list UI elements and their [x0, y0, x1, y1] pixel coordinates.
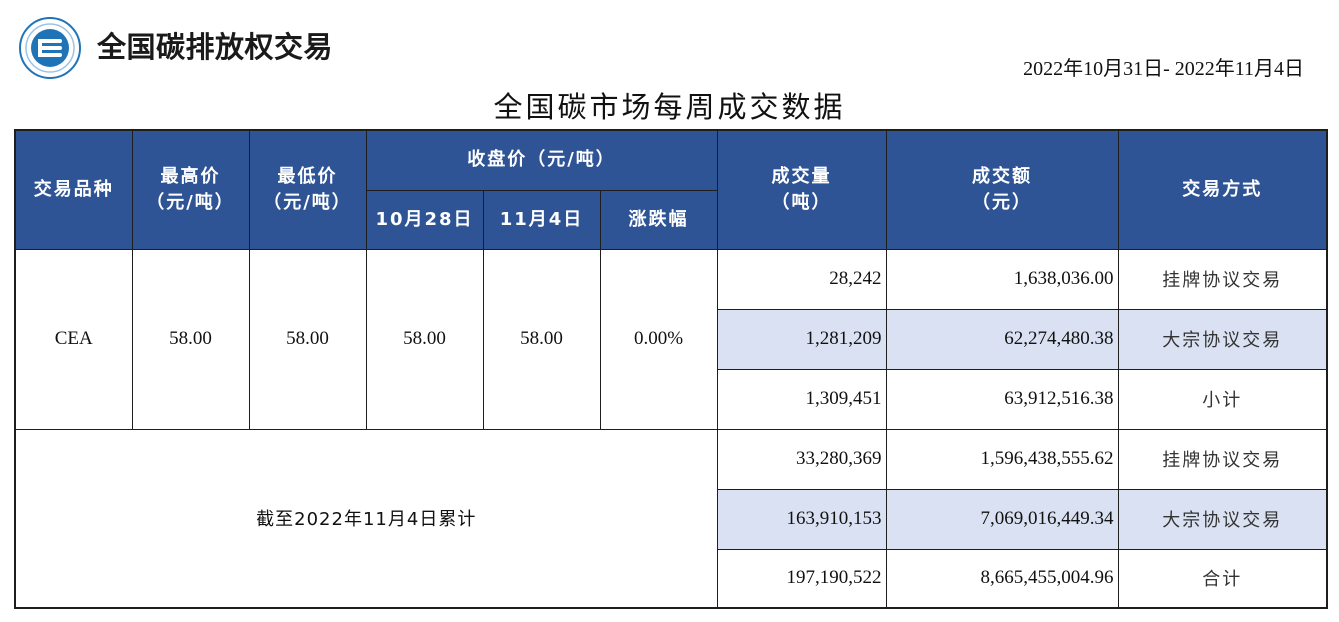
header-high-label: 最高价	[160, 165, 221, 187]
header-volume-label: 成交量	[771, 165, 832, 187]
cell-weekly-amount-subtotal: 63,912,516.38	[885, 368, 1119, 430]
cell-weekly-method-listed: 挂牌协议交易	[1117, 248, 1328, 310]
cell-cum-volume-listed: 33,280,369	[716, 428, 887, 490]
header-close-prev: 10月28日	[365, 189, 484, 250]
cell-low: 58.00	[248, 248, 367, 430]
header-high-unit: （元/吨）	[146, 191, 235, 213]
header-close-curr: 11月4日	[482, 189, 601, 250]
header-amount-unit: （元）	[972, 191, 1032, 213]
cell-cum-volume-total: 197,190,522	[716, 548, 887, 609]
header-variety: 交易品种	[14, 129, 133, 250]
header-amount: 成交额 （元）	[885, 129, 1119, 250]
cell-cum-amount-bulk: 7,069,016,449.34	[885, 488, 1119, 550]
header-change: 涨跌幅	[599, 189, 718, 250]
header-low-unit: （元/吨）	[263, 191, 352, 213]
cell-high: 58.00	[131, 248, 250, 430]
cell-cum-method-listed: 挂牌协议交易	[1117, 428, 1328, 490]
cell-weekly-volume-bulk: 1,281,209	[716, 308, 887, 370]
cell-close-curr: 58.00	[482, 248, 601, 430]
date-range: 2022年10月31日- 2022年11月4日	[1023, 58, 1304, 80]
brand-name: 全国碳排放权交易	[97, 30, 334, 64]
header-amount-label: 成交额	[972, 165, 1032, 187]
cell-weekly-method-bulk: 大宗协议交易	[1117, 308, 1328, 370]
exchange-logo-icon	[19, 17, 81, 79]
cell-weekly-amount-bulk: 62,274,480.38	[885, 308, 1119, 370]
cell-change: 0.00%	[599, 248, 718, 430]
header-high-price: 最高价 （元/吨）	[131, 129, 250, 250]
header-volume-unit: （吨）	[771, 191, 832, 213]
cell-cumulative-label: 截至2022年11月4日累计	[14, 428, 718, 609]
header-low-price: 最低价 （元/吨）	[248, 129, 367, 250]
header-volume: 成交量 （吨）	[716, 129, 887, 250]
cell-weekly-volume-listed: 28,242	[716, 248, 887, 310]
header-low-label: 最低价	[277, 165, 338, 187]
cell-cum-method-total: 合计	[1117, 548, 1328, 609]
cell-cum-volume-bulk: 163,910,153	[716, 488, 887, 550]
cell-cum-amount-total: 8,665,455,004.96	[885, 548, 1119, 609]
cell-weekly-volume-subtotal: 1,309,451	[716, 368, 887, 430]
cell-close-prev: 58.00	[365, 248, 484, 430]
weekly-trading-table: 交易品种 最高价 （元/吨） 最低价 （元/吨） 收盘价（元/吨） 成交量 （吨…	[14, 129, 1328, 609]
page-title: 全国碳市场每周成交数据	[493, 90, 846, 124]
cell-cum-method-bulk: 大宗协议交易	[1117, 488, 1328, 550]
cell-variety: CEA	[14, 248, 133, 430]
header-close-price-group: 收盘价（元/吨）	[365, 129, 718, 191]
cell-cum-amount-listed: 1,596,438,555.62	[885, 428, 1119, 490]
cell-weekly-method-subtotal: 小计	[1117, 368, 1328, 430]
header-method: 交易方式	[1117, 129, 1328, 250]
cell-weekly-amount-listed: 1,638,036.00	[885, 248, 1119, 310]
